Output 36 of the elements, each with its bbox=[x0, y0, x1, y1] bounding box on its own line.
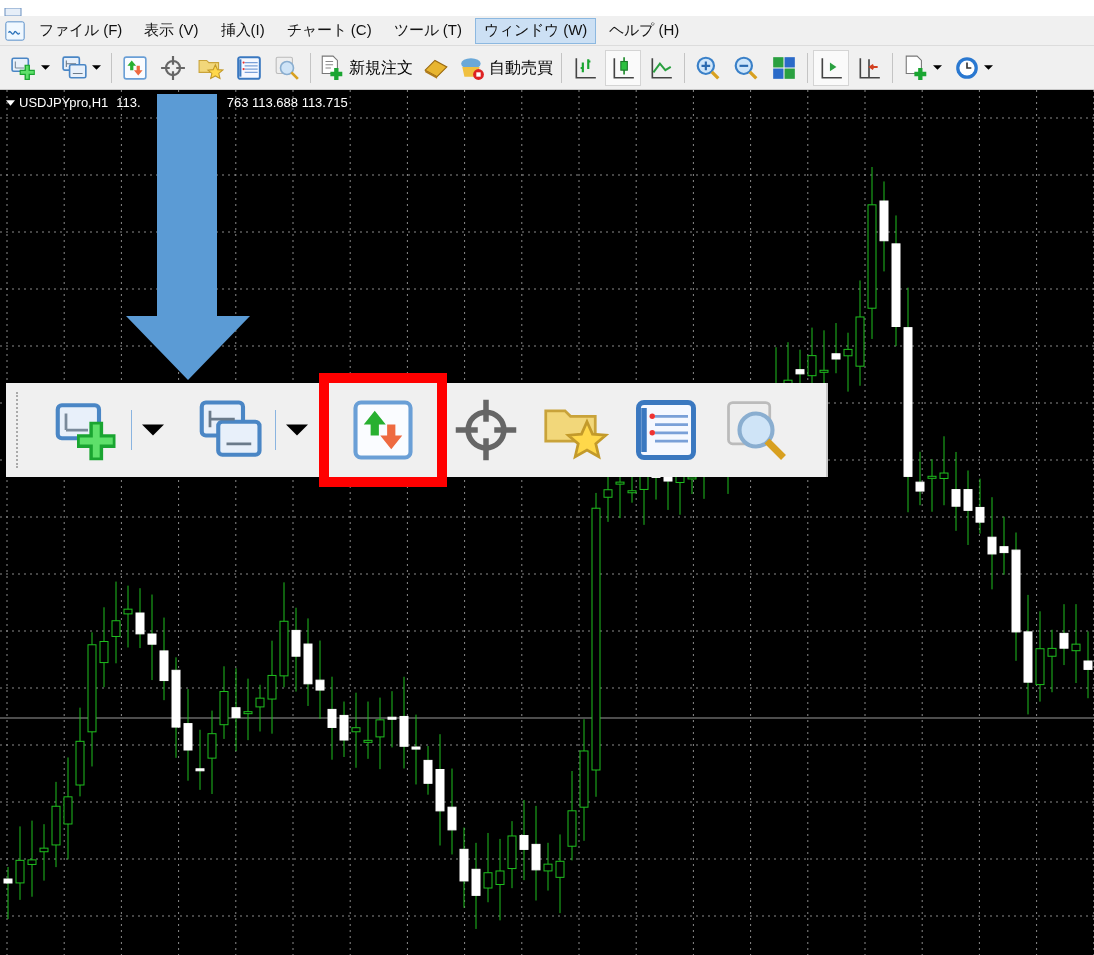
list-icon bbox=[633, 397, 699, 463]
up-down-arrows-icon bbox=[350, 397, 416, 463]
price-text: 113. bbox=[116, 94, 141, 112]
zoom-in-icon bbox=[695, 54, 721, 81]
menu-item[interactable]: ヘルプ (H) bbox=[600, 17, 689, 44]
chart-magnifier-icon bbox=[274, 54, 300, 81]
menu-item[interactable]: ファイル (F) bbox=[30, 17, 132, 44]
caret-icon bbox=[984, 65, 993, 70]
crosshair-icon bbox=[160, 54, 186, 81]
symbol-label: USDJPYpro,H1 bbox=[19, 94, 109, 112]
caret-icon bbox=[6, 99, 15, 106]
caret-icon bbox=[933, 65, 942, 70]
toolbar-button[interactable]: 自動売買 bbox=[456, 50, 556, 85]
chart-window-icon bbox=[4, 19, 26, 42]
menu-item[interactable]: 挿入(I) bbox=[211, 17, 274, 44]
crosshair-icon bbox=[453, 397, 519, 463]
zoom-out-icon bbox=[733, 54, 759, 81]
stacked-windows-icon bbox=[62, 54, 88, 81]
tile-windows-icon bbox=[771, 54, 797, 81]
chart-plus-icon bbox=[11, 54, 37, 81]
caret-icon bbox=[285, 424, 308, 436]
menu-item[interactable]: チャート (C) bbox=[277, 17, 381, 44]
price-text: 763 113.688 113.715 bbox=[226, 94, 348, 112]
clock-icon bbox=[954, 54, 980, 81]
document-plus-icon bbox=[903, 54, 929, 81]
document-plus-icon bbox=[319, 54, 345, 81]
caret-icon bbox=[141, 424, 164, 436]
toolbar-button[interactable] bbox=[319, 373, 447, 487]
list-icon bbox=[236, 54, 262, 81]
menu-item[interactable]: ツール (T) bbox=[384, 17, 471, 44]
caret-icon bbox=[92, 65, 101, 70]
menu-item[interactable]: 表示 (V) bbox=[135, 17, 208, 44]
toolbar-button[interactable]: 新規注文 bbox=[316, 50, 416, 85]
up-down-arrows-icon bbox=[122, 54, 148, 81]
menu-item[interactable]: ウィンドウ (W) bbox=[475, 17, 597, 44]
caret-icon bbox=[41, 65, 50, 70]
